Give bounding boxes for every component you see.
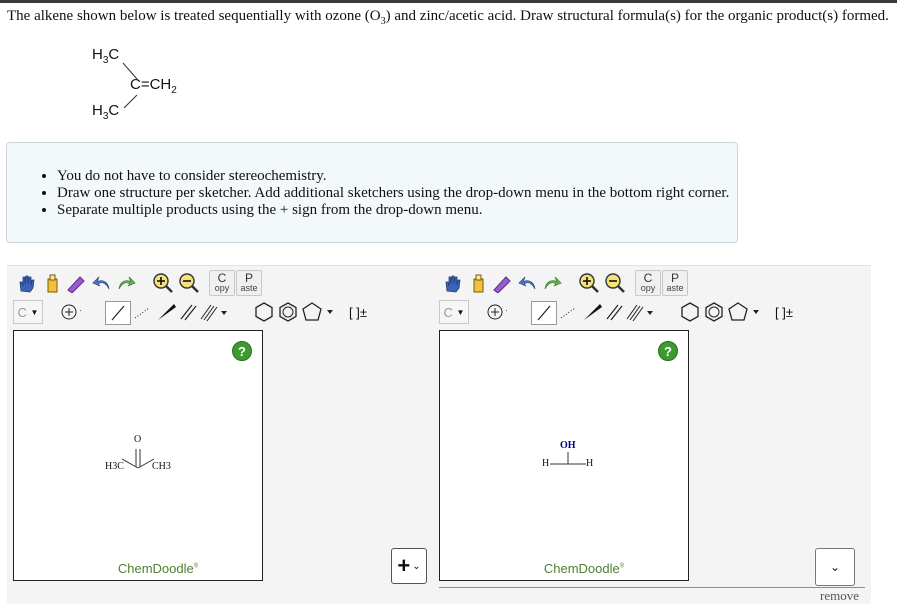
charge-tool-icon[interactable] — [485, 301, 507, 323]
instruction-item: Draw one structure per sketcher. Add add… — [57, 185, 729, 202]
reactant-methyl-top: H3C — [92, 46, 120, 66]
sketcher-1: Copy Paste C ▼ []± ? O H3C CH3 ChemDood… — [7, 266, 367, 586]
triple-bond-icon[interactable] — [199, 301, 229, 323]
double-bond-icon[interactable] — [177, 301, 199, 323]
benzene-icon[interactable] — [703, 301, 725, 323]
redo-icon[interactable] — [115, 272, 137, 294]
element-select[interactable]: C ▼ — [439, 300, 469, 324]
eraser-icon[interactable] — [467, 272, 489, 294]
hand-icon[interactable] — [441, 272, 463, 294]
sketch-canvas[interactable]: ? O H3C CH3 ChemDoodle® — [13, 330, 263, 581]
product-hydrogen-right: H — [586, 458, 594, 469]
undo-icon[interactable] — [517, 272, 539, 294]
question-text: The alkene shown below is treated sequen… — [7, 8, 889, 27]
cyclohexane-icon[interactable] — [253, 301, 275, 323]
sketch-canvas[interactable]: ? OH H H ChemDoodle® — [439, 330, 689, 581]
paste-button[interactable]: Paste — [662, 270, 688, 296]
eraser-icon[interactable] — [41, 272, 63, 294]
product-methyl-right: CH3 — [152, 461, 171, 472]
chemdoodle-brand: ChemDoodle® — [543, 561, 625, 576]
element-select[interactable]: C ▼ — [13, 300, 43, 324]
charge-tool-icon[interactable] — [59, 301, 81, 323]
redo-icon[interactable] — [541, 272, 563, 294]
benzene-icon[interactable] — [277, 301, 299, 323]
toolbar-row-2: C ▼ []± — [433, 300, 793, 328]
sketcher-area: Copy Paste C ▼ []± ? O H3C CH3 ChemDood… — [7, 265, 871, 604]
hashed-bond-icon[interactable] — [557, 301, 579, 323]
plus-sign-select[interactable]: + ⌄ — [391, 548, 427, 584]
hand-icon[interactable] — [15, 272, 37, 294]
sketcher-divider-line — [439, 587, 865, 588]
product-methyl-left: H3C — [105, 461, 124, 472]
toolbar-row-2: C ▼ []± — [7, 300, 367, 328]
cyclohexane-icon[interactable] — [679, 301, 701, 323]
product-hydroxyl-label: OH — [560, 440, 576, 451]
clear-icon[interactable] — [491, 272, 513, 294]
paste-button[interactable]: Paste — [236, 270, 262, 296]
zoom-out-icon[interactable] — [604, 272, 626, 294]
add-sketcher-select[interactable]: ⌄ — [815, 548, 855, 586]
single-bond-icon[interactable] — [531, 301, 557, 325]
hashed-bond-icon[interactable] — [131, 301, 153, 323]
copy-button[interactable]: Copy — [209, 270, 235, 296]
reactant-double-bond: C=CH2 — [130, 76, 177, 96]
charge-bracket-button[interactable]: [ ]± — [345, 301, 371, 323]
sketcher-2: Copy Paste C ▼ []± ? OH H H ChemDoodle® — [433, 266, 793, 586]
toolbar-row-1: Copy Paste — [433, 270, 689, 298]
cyclopentane-icon[interactable] — [301, 301, 337, 323]
zoom-in-icon[interactable] — [152, 272, 174, 294]
instructions-box: You do not have to consider stereochemis… — [6, 142, 738, 243]
toolbar-row-1: Copy Paste — [7, 270, 263, 298]
wedge-bond-icon[interactable] — [581, 301, 603, 323]
instruction-item: You do not have to consider stereochemis… — [57, 168, 729, 185]
top-border — [0, 0, 897, 3]
reactant-methyl-bottom: H3C — [92, 102, 120, 122]
instruction-item: Separate multiple products using the + s… — [57, 202, 729, 219]
wedge-bond-icon[interactable] — [155, 301, 177, 323]
undo-icon[interactable] — [91, 272, 113, 294]
chemdoodle-brand: ChemDoodle® — [117, 561, 199, 576]
chevron-down-icon: ⌄ — [829, 560, 841, 574]
clear-icon[interactable] — [65, 272, 87, 294]
cyclopentane-icon[interactable] — [727, 301, 763, 323]
double-bond-icon[interactable] — [603, 301, 625, 323]
copy-button[interactable]: Copy — [635, 270, 661, 296]
remove-link[interactable]: remove — [820, 588, 859, 604]
product-hydrogen-left: H — [542, 458, 550, 469]
single-bond-icon[interactable] — [105, 301, 131, 325]
charge-bracket-button[interactable]: [ ]± — [771, 301, 797, 323]
product-oxygen-label: O — [134, 434, 142, 445]
zoom-out-icon[interactable] — [178, 272, 200, 294]
zoom-in-icon[interactable] — [578, 272, 600, 294]
triple-bond-icon[interactable] — [625, 301, 655, 323]
reactant-structure: H3C C=CH2 H3C — [88, 44, 218, 124]
